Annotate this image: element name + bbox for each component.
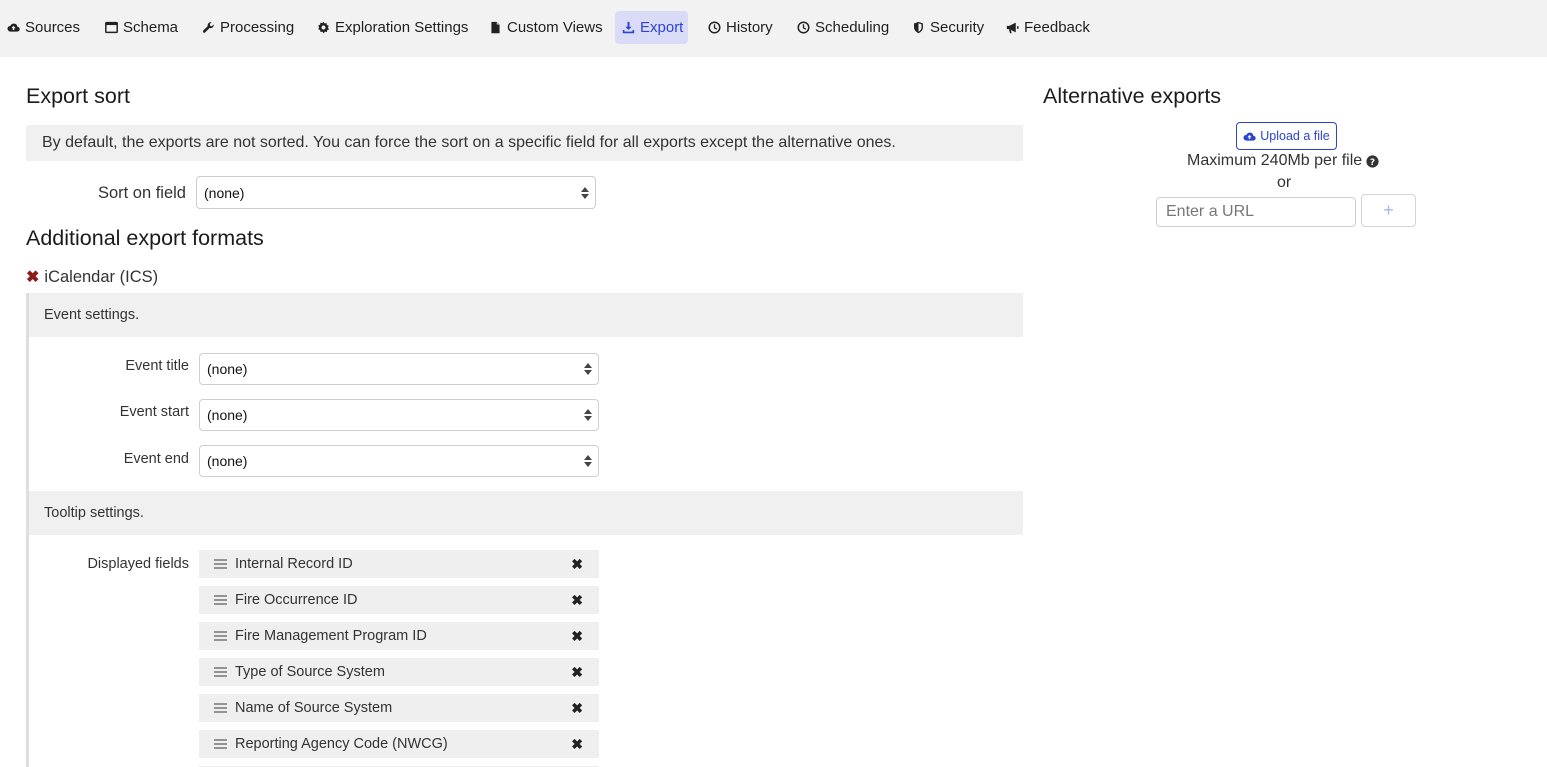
event-title-select[interactable]: (none) <box>199 353 599 385</box>
clock-icon <box>797 21 810 34</box>
event-end-select[interactable]: (none) <box>199 445 599 477</box>
tab-custom-views[interactable]: Custom Views <box>482 11 610 44</box>
shield-icon <box>914 21 923 34</box>
max-size-note: Maximum 240Mb per file ? <box>1187 152 1379 170</box>
remove-field-icon[interactable]: ✖ <box>571 628 583 645</box>
event-settings-title: Event settings. <box>44 307 140 323</box>
event-start-select[interactable]: (none) <box>199 399 599 431</box>
or-separator: or <box>1277 174 1292 191</box>
tab-label: Security <box>930 19 985 36</box>
sort-field-value: (none) <box>204 184 245 201</box>
drag-handle-icon[interactable] <box>214 739 227 749</box>
window-icon <box>105 21 118 34</box>
tab-label: Processing <box>220 19 295 36</box>
tab-label: Sources <box>25 19 81 36</box>
sort-field-label: Sort on field <box>97 184 186 202</box>
drag-handle-icon[interactable] <box>214 667 227 677</box>
select-arrows-icon <box>581 186 589 199</box>
file-icon <box>491 21 500 34</box>
displayed-field-chip[interactable]: Internal Record ID ✖ <box>199 550 599 578</box>
max-size-text: Maximum 240Mb per file <box>1187 152 1363 169</box>
tab-processing[interactable]: Processing <box>195 11 301 44</box>
cloud-upload-icon <box>7 23 20 32</box>
displayed-field-chip[interactable]: Type of Source System ✖ <box>199 658 599 686</box>
tab-scheduling[interactable]: Scheduling <box>790 11 896 44</box>
event-title-label: Event title <box>125 358 189 374</box>
export-sort-info: By default, the exports are not sorted. … <box>26 125 1023 161</box>
tab-label: History <box>726 19 773 36</box>
download-icon <box>622 21 635 34</box>
event-title-value: (none) <box>207 361 248 377</box>
tab-exploration-settings[interactable]: Exploration Settings <box>310 11 475 44</box>
remove-format-icon[interactable]: ✖ <box>26 269 39 286</box>
field-name: Internal Record ID <box>235 556 353 572</box>
tooltip-settings-title: Tooltip settings. <box>44 505 144 521</box>
tab-label: Exploration Settings <box>335 19 469 36</box>
event-start-label: Event start <box>119 404 189 420</box>
displayed-field-chip[interactable]: Fire Occurrence ID ✖ <box>199 586 599 614</box>
tab-label: Scheduling <box>815 19 890 36</box>
displayed-field-chip[interactable]: Fire Management Program ID ✖ <box>199 622 599 650</box>
export-sort-title: Export sort <box>26 84 130 108</box>
tab-history[interactable]: History <box>701 11 780 44</box>
drag-handle-icon[interactable] <box>214 631 227 641</box>
field-name: Type of Source System <box>235 664 385 680</box>
gear-icon <box>318 21 330 34</box>
remove-field-icon[interactable]: ✖ <box>571 664 583 681</box>
tab-export[interactable]: Export <box>615 11 688 44</box>
field-name: Fire Management Program ID <box>235 628 427 644</box>
field-name: Fire Occurrence ID <box>235 592 358 608</box>
select-arrows-icon <box>584 409 592 421</box>
format-name: iCalendar (ICS) <box>44 268 159 286</box>
select-arrows-icon <box>584 455 592 467</box>
tab-security[interactable]: Security <box>905 11 991 44</box>
upload-file-label: Upload a file <box>1260 129 1330 143</box>
select-arrows-icon <box>584 363 592 375</box>
remove-field-icon[interactable]: ✖ <box>571 556 583 573</box>
displayed-field-chip[interactable]: Reporting Agency Code (NWCG) ✖ <box>199 730 599 758</box>
upload-file-button[interactable]: Upload a file <box>1236 122 1337 150</box>
svg-text:?: ? <box>1370 157 1375 167</box>
drag-handle-icon[interactable] <box>214 595 227 605</box>
cloud-upload-icon <box>1243 132 1256 141</box>
export-panel: Export sort By default, the exports are … <box>0 57 1547 767</box>
field-name: Name of Source System <box>235 700 393 716</box>
remove-field-icon[interactable]: ✖ <box>571 736 583 753</box>
bullhorn-icon <box>1006 22 1019 34</box>
clock-icon <box>708 21 721 34</box>
wrench-icon <box>202 22 214 33</box>
remove-field-icon[interactable]: ✖ <box>571 592 583 609</box>
drag-handle-icon[interactable] <box>214 703 227 713</box>
tab-feedback[interactable]: Feedback <box>999 11 1097 44</box>
add-url-button[interactable]: + <box>1361 194 1416 227</box>
event-start-value: (none) <box>207 407 248 423</box>
help-icon[interactable]: ? <box>1366 154 1379 168</box>
displayed-fields-label: Displayed fields <box>87 556 189 572</box>
tab-label: Custom Views <box>507 19 603 36</box>
remove-field-icon[interactable]: ✖ <box>571 700 583 717</box>
alternative-exports-title: Alternative exports <box>1043 84 1222 108</box>
export-sort-info-text: By default, the exports are not sorted. … <box>42 134 896 151</box>
top-nav: Sources Schema Processing Exploration Se… <box>0 0 1547 56</box>
tab-label: Schema <box>123 19 179 36</box>
tab-schema[interactable]: Schema <box>98 11 185 44</box>
event-settings-header: Event settings. <box>29 293 1023 337</box>
event-end-value: (none) <box>207 453 248 469</box>
drag-handle-icon[interactable] <box>214 559 227 569</box>
tab-label: Feedback <box>1024 19 1090 36</box>
tooltip-settings-header: Tooltip settings. <box>29 491 1023 535</box>
format-header-ics: ✖ iCalendar (ICS) <box>26 268 158 287</box>
field-name: Reporting Agency Code (NWCG) <box>235 736 448 752</box>
tab-sources[interactable]: Sources <box>0 11 87 44</box>
tab-label: Export <box>640 19 684 36</box>
sort-field-select[interactable]: (none) <box>196 176 596 209</box>
url-input[interactable] <box>1156 197 1356 227</box>
displayed-field-chip[interactable]: Name of Source System ✖ <box>199 694 599 722</box>
additional-formats-title: Additional export formats <box>26 226 264 250</box>
event-end-label: Event end <box>123 451 189 467</box>
